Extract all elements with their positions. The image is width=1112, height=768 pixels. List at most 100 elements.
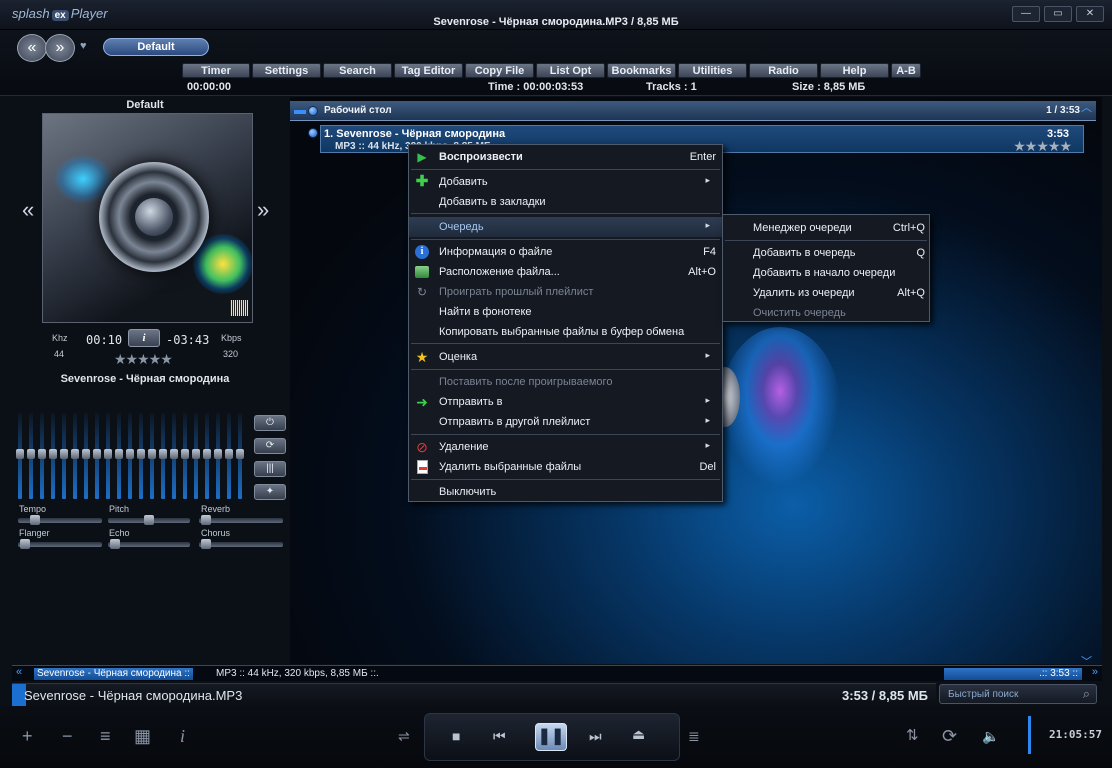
eq-band-knob[interactable] <box>38 449 46 459</box>
eq-band-slider[interactable] <box>225 413 233 501</box>
add-icon[interactable]: + <box>22 726 33 747</box>
menu-item-removal[interactable]: ⊘ Удаление ▸ <box>409 437 722 457</box>
previous-icon[interactable]: ⏮ <box>493 728 506 745</box>
rating-stars[interactable]: ★★★★★ <box>114 351 173 368</box>
eq-band-knob[interactable] <box>104 449 112 459</box>
echo-slider[interactable] <box>108 539 190 549</box>
list-view-icon[interactable]: ≣ <box>688 728 700 745</box>
menu-item-file-info[interactable]: i Информация о файле F4 <box>409 242 722 262</box>
eq-band-knob[interactable] <box>16 449 24 459</box>
prev-cover-icon[interactable]: « <box>22 197 34 223</box>
submenu-item-add-to-queue[interactable]: Добавить в очередь Q <box>723 242 929 262</box>
now-playing-bar[interactable]: Sevenrose - Чёрная смородина.MP3 3:53 / … <box>12 683 936 706</box>
scroll-up-icon[interactable]: ︿ <box>1081 99 1092 115</box>
menu-item-queue[interactable]: Очередь ▸ <box>409 217 722 237</box>
tempo-slider[interactable] <box>18 515 102 525</box>
search-icon[interactable]: ⌕ <box>1083 686 1090 702</box>
scroll-right-icon[interactable]: » <box>1092 666 1098 678</box>
eq-band-slider[interactable] <box>126 413 134 501</box>
next-cover-icon[interactable]: » <box>257 197 269 223</box>
menu-item-play[interactable]: ▶ Воспроизвести Enter <box>409 147 722 167</box>
eq-band-knob[interactable] <box>159 449 167 459</box>
shuffle-icon[interactable]: ⇅ <box>906 726 919 744</box>
eq-band-knob[interactable] <box>181 449 189 459</box>
eq-band-knob[interactable] <box>71 449 79 459</box>
menu-item-find-library[interactable]: Найти в фонотеке <box>409 302 722 322</box>
slider-knob[interactable] <box>110 539 120 549</box>
submenu-item-queue-manager[interactable]: Менеджер очереди Ctrl+Q <box>723 217 929 237</box>
eq-band-knob[interactable] <box>148 449 156 459</box>
menu-settings[interactable]: Settings <box>252 63 321 78</box>
menu-item-add[interactable]: ✚ Добавить ▸ <box>409 172 722 192</box>
slider-knob[interactable] <box>201 515 211 525</box>
menu-bookmarks[interactable]: Bookmarks <box>607 63 676 78</box>
close-button[interactable]: ✕ <box>1076 6 1104 22</box>
menu-item-shutdown[interactable]: Выключить <box>409 482 722 502</box>
eq-band-slider[interactable] <box>71 413 79 501</box>
volume-slider[interactable] <box>1028 716 1031 754</box>
eq-band-knob[interactable] <box>126 449 134 459</box>
menu-utilities[interactable]: Utilities <box>678 63 747 78</box>
volume-icon[interactable]: 🔈 <box>982 728 999 745</box>
eq-band-slider[interactable] <box>236 413 244 501</box>
menu-help[interactable]: Help <box>820 63 889 78</box>
eq-band-slider[interactable] <box>159 413 167 501</box>
flanger-slider[interactable] <box>18 539 102 549</box>
reset-icon[interactable]: ⟳ <box>254 438 286 454</box>
eq-band-slider[interactable] <box>181 413 189 501</box>
submenu-item-add-to-queue-start[interactable]: Добавить в начало очереди <box>723 262 929 282</box>
power-icon[interactable]: ⏻ <box>254 415 286 431</box>
effects-icon[interactable]: ✦ <box>254 484 286 500</box>
slider-knob[interactable] <box>201 539 211 549</box>
back-arrow-icon[interactable]: « <box>17 34 47 62</box>
list-icon[interactable]: ≡ <box>100 726 111 747</box>
menu-item-copy-to-clipboard[interactable]: Копировать выбранные файлы в буфер обмен… <box>409 322 722 342</box>
eq-band-slider[interactable] <box>49 413 57 501</box>
stop-icon[interactable]: ■ <box>452 728 460 744</box>
repeat-icon[interactable]: ⟳ <box>942 726 957 747</box>
eq-band-slider[interactable] <box>27 413 35 501</box>
track-rating-stars[interactable]: ★★★★★ <box>1013 138 1072 155</box>
scroll-left-icon[interactable]: « <box>16 666 22 678</box>
eq-band-slider[interactable] <box>60 413 68 501</box>
eq-band-slider[interactable] <box>115 413 123 501</box>
slider-knob[interactable] <box>20 539 30 549</box>
eq-band-knob[interactable] <box>49 449 57 459</box>
eq-band-slider[interactable] <box>137 413 145 501</box>
menu-search[interactable]: Search <box>323 63 392 78</box>
menu-item-delete-files[interactable]: Удалить выбранные файлы Del <box>409 457 722 477</box>
menu-ab[interactable]: A-B <box>891 63 921 78</box>
pitch-slider[interactable] <box>108 515 190 525</box>
eq-band-slider[interactable] <box>148 413 156 501</box>
eq-band-slider[interactable] <box>16 413 24 501</box>
collapse-icon[interactable] <box>294 110 306 114</box>
forward-arrow-icon[interactable]: » <box>45 34 75 62</box>
eq-band-slider[interactable] <box>214 413 222 501</box>
maximize-button[interactable]: ▭ <box>1044 6 1072 22</box>
next-icon[interactable]: ⏭ <box>589 728 602 745</box>
eq-band-slider[interactable] <box>82 413 90 501</box>
equalizer-toggle-icon[interactable]: ⇌ <box>398 728 410 745</box>
eject-icon[interactable]: ⏏ <box>632 726 645 743</box>
info-icon[interactable]: i <box>180 726 185 747</box>
quick-search-input[interactable]: Быстрый поиск ⌕ <box>939 684 1097 704</box>
submenu-item-remove-from-queue[interactable]: Удалить из очереди Alt+Q <box>723 282 929 302</box>
menu-item-send-to[interactable]: ➜ Отправить в ▸ <box>409 392 722 412</box>
eq-band-knob[interactable] <box>93 449 101 459</box>
menu-item-rating[interactable]: ★ Оценка ▸ <box>409 347 722 367</box>
eq-band-slider[interactable] <box>38 413 46 501</box>
eq-band-knob[interactable] <box>27 449 35 459</box>
playlist-editor-icon[interactable]: ▦ <box>134 726 151 747</box>
eq-band-slider[interactable] <box>192 413 200 501</box>
eq-band-knob[interactable] <box>214 449 222 459</box>
eq-band-knob[interactable] <box>60 449 68 459</box>
pause-button[interactable]: ❚❚ <box>535 723 567 751</box>
menu-item-file-location[interactable]: Расположение файла... Alt+O <box>409 262 722 282</box>
eq-band-knob[interactable] <box>137 449 145 459</box>
eq-band-knob[interactable] <box>225 449 233 459</box>
reverb-slider[interactable] <box>199 515 283 525</box>
preset-button[interactable]: Default <box>103 38 209 56</box>
eq-band-slider[interactable] <box>203 413 211 501</box>
eq-band-knob[interactable] <box>170 449 178 459</box>
eq-band-knob[interactable] <box>115 449 123 459</box>
